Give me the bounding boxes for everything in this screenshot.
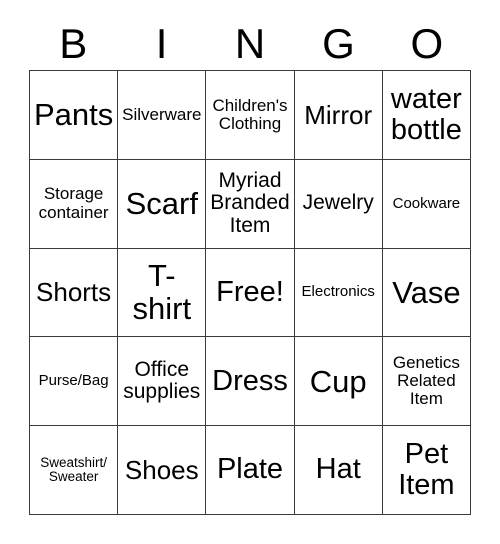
bingo-cell-label: Children's Clothing (212, 95, 288, 133)
bingo-header-letter-o: O (410, 20, 444, 67)
bingo-cell-label: Myriad Branded Item (210, 168, 290, 238)
bingo-cell[interactable]: Mirror (294, 71, 383, 160)
bingo-cell[interactable]: Vase (382, 248, 471, 338)
bingo-cell-label: Cup (309, 363, 367, 399)
bingo-cell[interactable]: Storage container (30, 159, 119, 249)
bingo-grid: Pants Silverware Children's Clothing Mir… (29, 70, 471, 515)
bingo-cell[interactable]: Myriad Branded Item (206, 159, 295, 249)
bingo-cell-label: Silverware (122, 104, 202, 124)
bingo-cell[interactable]: Pet Item (382, 426, 471, 515)
bingo-cell-label: Purse/Bag (38, 372, 109, 390)
bingo-cell-label: Vase (392, 274, 461, 310)
bingo-cell-label: Plate (216, 453, 284, 486)
bingo-header-letter-b: B (59, 20, 88, 67)
bingo-cell-label: Shorts (36, 277, 112, 308)
bingo-cell-label: Jewelry (302, 191, 374, 215)
bingo-cell-label: Dress (212, 364, 288, 397)
bingo-cell-label: Shoes (124, 455, 199, 486)
bingo-cell[interactable]: Genetics Related Item (382, 337, 471, 427)
bingo-cell[interactable]: Children's Clothing (206, 71, 295, 160)
bingo-cell-label: Office supplies (123, 357, 201, 404)
bingo-header-letter-i: I (155, 20, 168, 67)
bingo-cell[interactable]: Silverware (118, 71, 207, 160)
bingo-cell[interactable]: Shoes (118, 426, 207, 515)
bingo-cell[interactable]: Cookware (382, 159, 471, 249)
bingo-cell-label: Mirror (304, 99, 373, 130)
bingo-cell[interactable]: Pants (30, 71, 119, 160)
bingo-cell[interactable]: Jewelry (294, 159, 383, 249)
bingo-header-letter-n: N (234, 20, 266, 67)
bingo-cell[interactable]: Sweatshirt/ Sweater (30, 426, 119, 515)
bingo-card: B I N G O Pants Silverware Children's Cl… (0, 0, 500, 544)
bingo-cell[interactable]: water bottle (382, 71, 471, 160)
bingo-cell-label: Sweatshirt/ Sweater (40, 454, 107, 485)
bingo-cell[interactable]: Dress (206, 337, 295, 427)
bingo-header-row: B I N G O (29, 18, 471, 70)
bingo-cell[interactable]: Plate (206, 426, 295, 515)
bingo-cell-label: Scarf (125, 185, 198, 221)
bingo-free-cell[interactable]: Free! (206, 248, 295, 338)
bingo-cell-label: water bottle (390, 82, 462, 146)
bingo-cell-label: Storage container (38, 184, 109, 222)
bingo-cell[interactable]: Scarf (118, 159, 207, 249)
bingo-cell[interactable]: Cup (294, 337, 383, 427)
bingo-cell[interactable]: T-shirt (118, 248, 207, 338)
bingo-cell[interactable]: Purse/Bag (30, 337, 119, 427)
bingo-cell-label: Pet Item (398, 437, 455, 502)
bingo-cell[interactable]: Hat (294, 426, 383, 515)
bingo-cell-label: Genetics Related Item (392, 352, 460, 409)
bingo-cell-label: Electronics (301, 283, 375, 301)
bingo-cell[interactable]: Electronics (294, 248, 383, 338)
bingo-cell-label: Cookware (392, 194, 461, 212)
bingo-cell-label: Free! (216, 275, 284, 308)
bingo-cell-label: Hat (315, 453, 361, 486)
bingo-cell[interactable]: Office supplies (118, 337, 207, 427)
bingo-cell-label: T-shirt (132, 258, 192, 327)
bingo-header-letter-g: G (322, 20, 355, 67)
bingo-cell[interactable]: Shorts (30, 248, 119, 338)
bingo-cell-label: Pants (33, 97, 114, 133)
